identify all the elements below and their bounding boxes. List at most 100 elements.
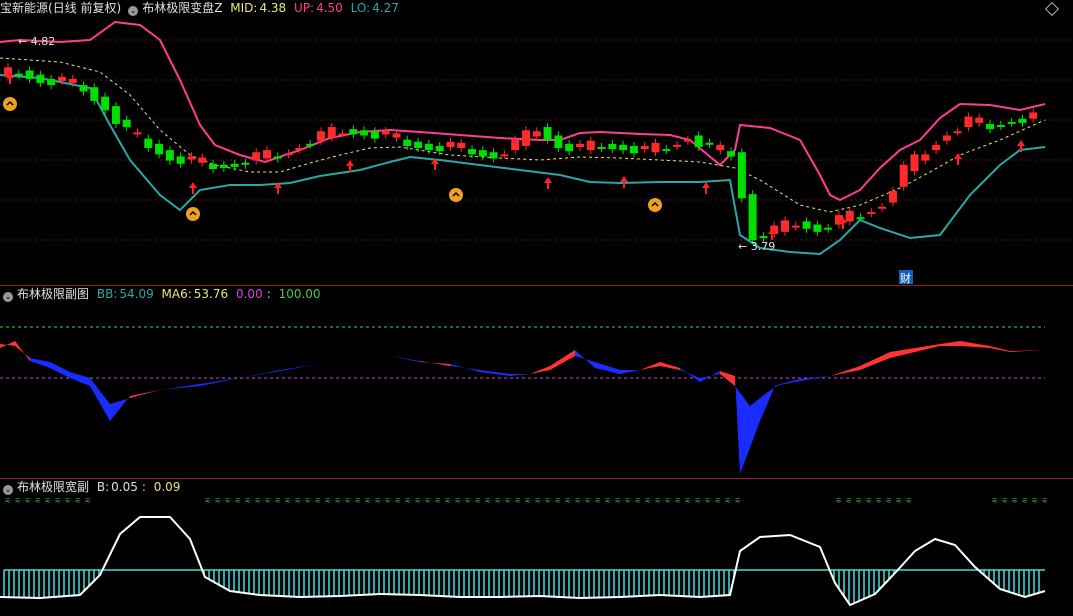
candle-body [111, 106, 120, 124]
sub2-title[interactable]: 布林极限宽副 [17, 480, 89, 494]
candle-body [878, 206, 887, 209]
buy-arrow-icon [620, 176, 628, 188]
candle-body [176, 156, 185, 164]
candle-body [705, 142, 714, 145]
candle-body [338, 133, 347, 136]
candle-body [327, 127, 336, 138]
candle-body [263, 150, 271, 159]
candle-body [932, 144, 941, 151]
candle-body [1018, 118, 1027, 123]
candle-body [996, 124, 1005, 127]
signal-badge-icon [186, 207, 200, 221]
lower-band-line [0, 74, 1046, 256]
candle-body [910, 154, 919, 172]
candle-body [683, 139, 692, 142]
candle-body [543, 127, 552, 140]
candle-body [813, 224, 822, 232]
b-value: 0.05 [111, 480, 138, 494]
candle-body [651, 142, 660, 153]
buy-arrow-icon [189, 182, 197, 194]
candle-body [737, 152, 746, 199]
candle-body [554, 135, 563, 149]
c-value: 0.09 [153, 480, 181, 494]
candle-body [36, 74, 45, 84]
candle-body [306, 143, 315, 146]
candle-body [284, 153, 293, 156]
candle-body [403, 139, 412, 146]
candle-body [349, 129, 358, 135]
ma6-value: 53.76 [193, 287, 229, 301]
candle-body [867, 211, 876, 214]
candle-body [295, 148, 304, 151]
candle-body [14, 73, 23, 76]
candle-body [155, 143, 164, 155]
candle-body [975, 117, 984, 123]
candle-body [230, 163, 239, 167]
candle-body [57, 76, 66, 81]
candle-body [986, 123, 995, 130]
level-a-value: 0.00 [235, 287, 263, 301]
candle-body [716, 144, 725, 151]
sub2-menu-icon[interactable]: ⌄ [3, 485, 13, 495]
level-b-value: 100.00 [278, 287, 321, 301]
candle-body [392, 133, 401, 138]
candle-body [187, 156, 196, 160]
candle-body [856, 217, 865, 220]
candle-body [727, 151, 736, 157]
candle-body [101, 96, 110, 111]
candle-body [198, 157, 207, 163]
candle-body [457, 142, 466, 149]
sub1-header: ⌄ 布林极限副图 BB: 54.09 MA6: 53.76 0.00: 100.00 [3, 287, 321, 302]
candle-body [381, 131, 390, 135]
candle-body [921, 154, 930, 161]
candle-body [25, 70, 34, 79]
upper-band-line [0, 20, 1046, 202]
candle-body [575, 143, 584, 147]
candle-body [888, 191, 897, 203]
candle-body [662, 149, 671, 152]
candle-body [424, 143, 433, 151]
candle-body [500, 154, 509, 157]
sub2-header: ⌄ 布林极限宽副 B: 0.05: 0.09 [3, 480, 181, 495]
candle-body [748, 194, 757, 241]
candle-body [1029, 112, 1038, 119]
candle-body [824, 227, 833, 230]
bb-label: BB: [96, 287, 118, 301]
candle-body [1007, 121, 1016, 124]
candle-body [370, 131, 379, 139]
bb-value: 54.09 [119, 287, 154, 301]
candle-body [640, 145, 649, 150]
candle-body [478, 150, 487, 157]
buy-arrow-icon [702, 182, 710, 194]
candle-body [608, 143, 617, 150]
candle-body [209, 163, 218, 170]
candle-body [144, 138, 153, 149]
candle-body [942, 135, 951, 141]
candle-body [964, 116, 973, 128]
candle-body [165, 150, 174, 161]
sub1-pane: ⌄ 布林极限副图 BB: 54.09 MA6: 53.76 0.00: 100.00 [0, 286, 1073, 478]
candle-body [241, 162, 250, 165]
sub1-menu-icon[interactable]: ⌄ [3, 292, 13, 302]
ma6-label: MA6: [161, 287, 192, 301]
candle-body [90, 87, 99, 101]
signal-badge-icon [648, 198, 662, 212]
main-chart-svg: ← 4.82 ← 3.79 财 [0, 20, 1073, 285]
candle-body [694, 135, 703, 147]
sub2-pane: ⌄ 布林极限宽副 B: 0.05: 0.09 [0, 479, 1073, 616]
candle-body [446, 141, 455, 147]
candle-body [435, 145, 444, 152]
sub1-title[interactable]: 布林极限副图 [17, 287, 89, 301]
candle-body [802, 221, 811, 229]
candle-body [68, 78, 77, 84]
candle-body [122, 119, 131, 128]
candle-body [522, 130, 530, 146]
buy-arrow-icon [544, 177, 552, 189]
signal-badge-icon [449, 188, 463, 202]
candle-body [273, 156, 282, 159]
candle-body [899, 164, 908, 187]
candle-body [586, 140, 595, 151]
candle-body [781, 220, 789, 232]
signal-badge-icon [3, 97, 17, 111]
candle-body [565, 143, 574, 152]
